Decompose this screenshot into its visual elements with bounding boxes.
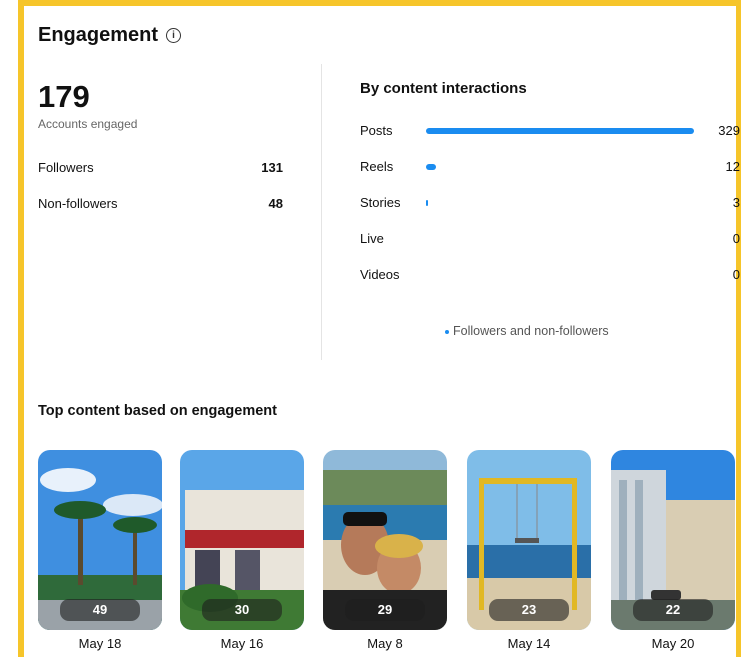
- interaction-value: 0: [732, 231, 740, 246]
- engagement-panel: Engagement i 179 Accounts engaged Follow…: [18, 0, 741, 657]
- engagement-count: 29: [345, 599, 425, 621]
- interaction-label: Videos: [360, 267, 400, 282]
- info-icon[interactable]: i: [166, 28, 182, 43]
- stat-label: Non-followers: [38, 196, 118, 211]
- section-divider: [321, 64, 322, 360]
- stat-value: 48: [268, 196, 283, 211]
- content-card[interactable]: 22: [611, 450, 735, 630]
- engagement-count: 23: [489, 599, 569, 621]
- interaction-value: 0: [732, 267, 740, 282]
- header: Engagement i: [38, 24, 182, 47]
- content-date: May 20: [651, 636, 695, 651]
- interaction-row-stories: Stories 3: [360, 195, 740, 213]
- stat-label: Followers: [38, 160, 94, 175]
- interactions-title: By content interactions: [360, 80, 527, 97]
- content-card[interactable]: 49: [38, 450, 162, 630]
- engagement-count: 22: [633, 599, 713, 621]
- interaction-label: Stories: [360, 195, 401, 210]
- content-date: May 16: [220, 636, 264, 651]
- content-card[interactable]: 23: [467, 450, 591, 630]
- stat-value: 131: [261, 160, 283, 175]
- interaction-value: 329: [718, 123, 740, 138]
- content-date: May 8: [367, 636, 403, 651]
- content-card[interactable]: 30: [180, 450, 304, 630]
- stat-row-followers: Followers 131: [38, 160, 283, 175]
- interaction-bar: [426, 200, 428, 206]
- top-content-title: Top content based on engagement: [38, 403, 277, 419]
- interaction-value: 3: [732, 195, 740, 210]
- interaction-value: 12: [725, 159, 740, 174]
- accounts-engaged-label: Accounts engaged: [38, 117, 138, 131]
- accounts-engaged-count: 179: [38, 79, 90, 114]
- chart-legend: Followers and non-followers: [445, 324, 609, 338]
- legend-label: Followers and non-followers: [453, 324, 609, 338]
- interaction-label: Reels: [360, 159, 394, 174]
- interaction-row-live: Live 0: [360, 231, 740, 249]
- interaction-bar: [426, 164, 436, 170]
- content-card[interactable]: 29: [323, 450, 447, 630]
- interaction-label: Posts: [360, 123, 393, 138]
- interaction-label: Live: [360, 231, 384, 246]
- content-date: May 18: [78, 636, 122, 651]
- stat-row-non-followers: Non-followers 48: [38, 196, 283, 211]
- interaction-row-videos: Videos 0: [360, 267, 740, 285]
- content-date: May 14: [507, 636, 551, 651]
- interaction-bar: [426, 128, 694, 134]
- page-title: Engagement: [38, 24, 159, 46]
- interaction-row-posts: Posts 329: [360, 123, 740, 141]
- engagement-count: 30: [202, 599, 282, 621]
- engagement-count: 49: [60, 599, 140, 621]
- legend-dot: [445, 329, 449, 334]
- interaction-row-reels: Reels 12: [360, 159, 740, 177]
